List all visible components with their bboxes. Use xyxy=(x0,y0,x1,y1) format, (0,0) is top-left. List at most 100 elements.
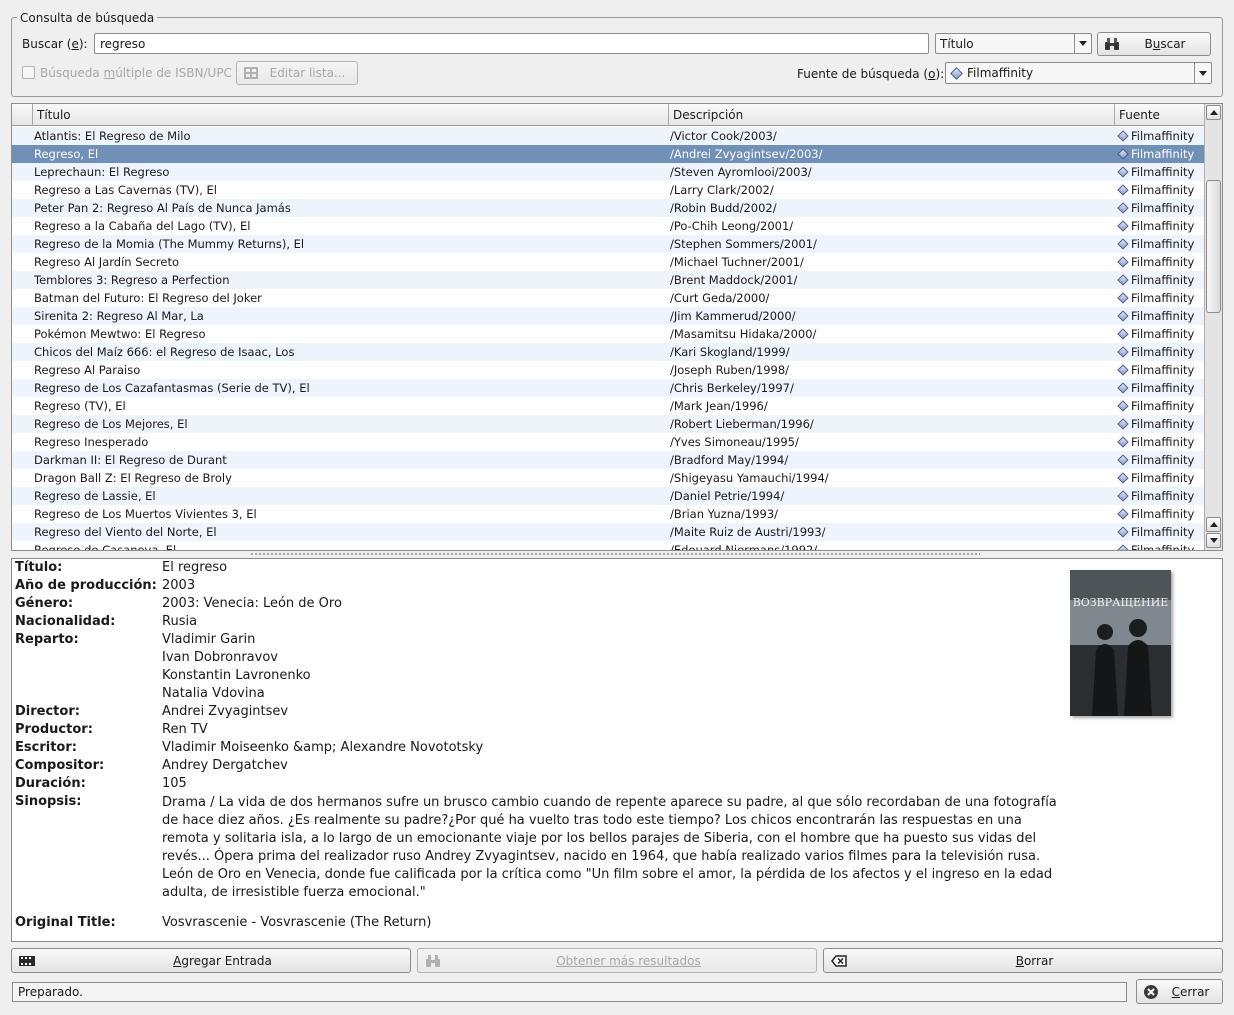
diamond-icon xyxy=(1117,238,1129,250)
table-row[interactable]: Regreso Inesperado/Yves Simoneau/1995/Fi… xyxy=(12,433,1205,451)
detail-value: Konstantin Lavronenko xyxy=(162,668,311,683)
pane-splitter-handle[interactable] xyxy=(250,552,980,556)
table-row[interactable]: Chicos del Maíz 666: el Regreso de Isaac… xyxy=(12,343,1205,361)
search-button[interactable]: Buscar xyxy=(1097,32,1211,56)
column-header-description[interactable]: Descripción xyxy=(669,104,1115,126)
row-title: Regreso de Lassie, El xyxy=(34,489,156,503)
row-description: /Masamitsu Hidaka/2000/ xyxy=(670,327,817,341)
diamond-icon xyxy=(1117,436,1129,448)
scroll-up-button[interactable] xyxy=(1206,517,1221,532)
add-entry-button[interactable]: Agregar Entrada xyxy=(11,948,411,973)
row-source: Filmaffinity xyxy=(1116,271,1204,289)
row-description: /Curt Geda/2000/ xyxy=(670,291,770,305)
close-icon xyxy=(1143,984,1159,1000)
table-scrollbar[interactable] xyxy=(1204,104,1222,550)
table-row[interactable]: Atlantis: El Regreso de Milo/Victor Cook… xyxy=(12,127,1205,145)
add-entry-label: Agregar Entrada xyxy=(173,953,272,968)
table-row[interactable]: Regreso (TV), El/Mark Jean/1996/Filmaffi… xyxy=(12,397,1205,415)
row-source: Filmaffinity xyxy=(1116,523,1204,541)
table-row[interactable]: Peter Pan 2: Regreso Al País de Nunca Ja… xyxy=(12,199,1205,217)
detail-value: Natalia Vdovina xyxy=(162,686,265,701)
row-source: Filmaffinity xyxy=(1116,505,1204,523)
row-title: Atlantis: El Regreso de Milo xyxy=(34,129,191,143)
table-row[interactable]: Regreso de la Momia (The Mummy Returns),… xyxy=(12,235,1205,253)
row-title: Chicos del Maíz 666: el Regreso de Isaac… xyxy=(34,345,295,359)
table-row[interactable]: Regreso a la Cabaña del Lago (TV), El/Po… xyxy=(12,217,1205,235)
diamond-icon xyxy=(1117,166,1129,178)
row-description: /Kari Skogland/1999/ xyxy=(670,345,790,359)
clear-label: Borrar xyxy=(1015,953,1054,968)
table-row[interactable]: Dragon Ball Z: El Regreso de Broly/Shige… xyxy=(12,469,1205,487)
scrollbar-thumb[interactable] xyxy=(1206,180,1221,313)
row-title: Darkman II: El Regreso de Durant xyxy=(34,453,227,467)
table-row[interactable]: Regreso de Lassie, El/Daniel Petrie/1994… xyxy=(12,487,1205,505)
table-row[interactable]: Regreso del Viento del Norte, El/Maite R… xyxy=(12,523,1205,541)
row-source: Filmaffinity xyxy=(1116,235,1204,253)
detail-label: Título: xyxy=(15,560,63,575)
row-title: Regreso Al Paraiso xyxy=(34,363,141,377)
clear-button[interactable]: Borrar xyxy=(823,948,1223,973)
detail-label: Duración: xyxy=(15,776,86,791)
more-results-button[interactable]: Obtener más resultados xyxy=(417,948,817,973)
scroll-down-button[interactable] xyxy=(1206,533,1221,548)
column-header-title[interactable]: Título xyxy=(33,104,669,126)
row-title: Leprechaun: El Regreso xyxy=(34,165,170,179)
table-row[interactable]: Darkman II: El Regreso de Durant/Bradfor… xyxy=(12,451,1205,469)
row-description: /Robert Lieberman/1996/ xyxy=(670,417,814,431)
header-corner xyxy=(12,104,33,126)
search-label: Buscar (e): xyxy=(22,37,88,51)
scroll-up-button[interactable] xyxy=(1206,105,1221,120)
table-row[interactable]: Regreso de Los Cazafantasmas (Serie de T… xyxy=(12,379,1205,397)
row-description: /Brent Maddock/2001/ xyxy=(670,273,798,287)
row-source: Filmaffinity xyxy=(1116,415,1204,433)
multi-isbn-checkbox[interactable] xyxy=(22,66,35,79)
table-row[interactable]: Regreso Al Jardín Secreto/Michael Tuchne… xyxy=(12,253,1205,271)
search-field-combo[interactable]: Título xyxy=(935,33,1092,54)
diamond-icon xyxy=(1117,292,1129,304)
table-row[interactable]: Regreso de Los Muertos Vivientes 3, El/B… xyxy=(12,505,1205,523)
row-description: /Yves Simoneau/1995/ xyxy=(670,435,799,449)
search-source-combo[interactable]: Filmaffinity xyxy=(945,62,1212,84)
row-source-label: Filmaffinity xyxy=(1131,237,1195,251)
detail-value: 105 xyxy=(162,776,187,791)
row-source-label: Filmaffinity xyxy=(1131,543,1195,551)
row-description: /Michael Tuchner/2001/ xyxy=(670,255,804,269)
table-row[interactable]: Pokémon Mewtwo: El Regreso/Masamitsu Hid… xyxy=(12,325,1205,343)
table-row[interactable]: Regreso Al Paraiso/Joseph Ruben/1998/Fil… xyxy=(12,361,1205,379)
table-row[interactable]: Regreso de Los Mejores, El/Robert Lieber… xyxy=(12,415,1205,433)
diamond-icon xyxy=(1117,328,1129,340)
row-source-label: Filmaffinity xyxy=(1131,129,1195,143)
diamond-icon xyxy=(1117,130,1129,142)
detail-value: El regreso xyxy=(162,560,228,575)
table-row[interactable]: Temblores 3: Regreso a Perfection/Brent … xyxy=(12,271,1205,289)
diamond-icon xyxy=(1117,202,1129,214)
search-input[interactable]: regreso xyxy=(94,33,929,54)
table-row[interactable]: Batman del Futuro: El Regreso del Joker /… xyxy=(12,289,1205,307)
row-description: /Jim Kammerud/2000/ xyxy=(670,309,796,323)
table-row[interactable]: Regreso, El/Andrei Zvyagintsev/2003/Film… xyxy=(12,145,1205,163)
row-source-label: Filmaffinity xyxy=(1131,507,1195,521)
diamond-icon xyxy=(1117,508,1129,520)
row-title: Regreso Inesperado xyxy=(34,435,149,449)
edit-list-button[interactable]: Editar lista... xyxy=(236,61,358,85)
close-button[interactable]: Cerrar xyxy=(1136,979,1223,1004)
table-row[interactable]: Regreso de Casanova, El/Edouard Niermans… xyxy=(12,541,1205,551)
row-source-label: Filmaffinity xyxy=(1131,471,1195,485)
column-header-source[interactable]: Fuente xyxy=(1115,104,1205,126)
table-row[interactable]: Regreso a Las Cavernas (TV), El/Larry Cl… xyxy=(12,181,1205,199)
row-source-label: Filmaffinity xyxy=(1131,201,1195,215)
edit-list-label: Editar lista... xyxy=(269,66,346,80)
row-description: /Chris Berkeley/1997/ xyxy=(670,381,794,395)
binoculars-icon xyxy=(1104,37,1120,51)
row-description: /Victor Cook/2003/ xyxy=(670,129,777,143)
row-description: /Larry Clark/2002/ xyxy=(670,183,774,197)
table-row[interactable]: Sirenita 2: Regreso Al Mar, La/Jim Kamme… xyxy=(12,307,1205,325)
row-source-label: Filmaffinity xyxy=(1131,309,1195,323)
row-source-label: Filmaffinity xyxy=(1131,345,1195,359)
diamond-icon xyxy=(950,66,963,80)
detail-label: Director: xyxy=(15,704,80,719)
diamond-icon xyxy=(1117,310,1129,322)
table-row[interactable]: Leprechaun: El Regreso/Steven Ayromlooi/… xyxy=(12,163,1205,181)
table-header: Título Descripción Fuente xyxy=(12,104,1205,126)
row-source-label: Filmaffinity xyxy=(1131,399,1195,413)
